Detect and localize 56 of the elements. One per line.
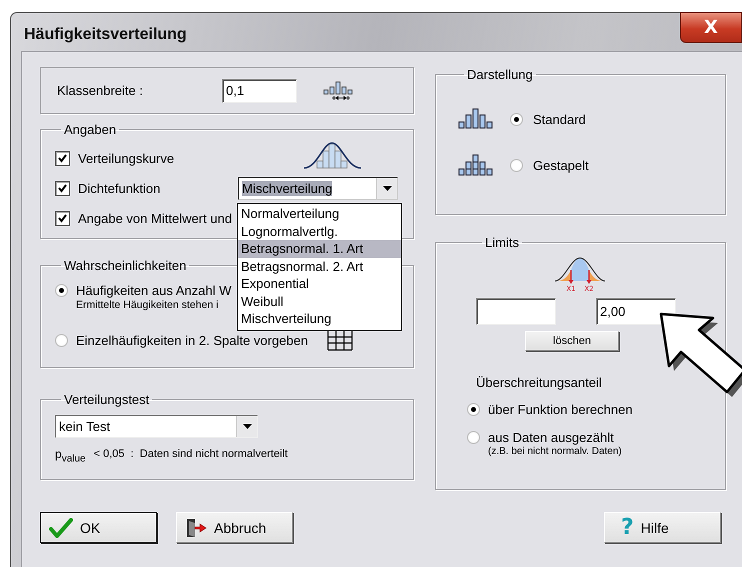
checkbox[interactable] [55, 180, 70, 196]
dropdown-value: kein Test [58, 418, 112, 436]
table-grid-icon [327, 329, 353, 351]
radio-label: über Funktion berechnen [488, 402, 633, 416]
class-width-label: Klassenbreite : [57, 83, 144, 98]
upper-limit-field[interactable]: 2,00 [596, 298, 676, 325]
dropdown-option[interactable]: Lognormalvertlg. [238, 222, 401, 240]
radio-button[interactable] [55, 334, 68, 346]
clear-button[interactable]: löschen [525, 331, 619, 351]
checkbox-label: Dichtefunktion [78, 180, 160, 196]
caret-icon [242, 424, 252, 429]
group-title: Darstellung [466, 67, 534, 82]
radio-label: Einzelhäufigkeiten in 2. Spalte vorgeben [76, 332, 308, 348]
dropdown-option[interactable]: Mischverteilung [238, 310, 401, 328]
exit-door-icon [185, 518, 207, 538]
radio-label: Gestapelt [533, 158, 589, 172]
dropdown-option[interactable]: Exponential [238, 275, 401, 292]
radio-button[interactable] [467, 402, 480, 416]
radio-label: Standard [533, 112, 586, 126]
class-width-field[interactable]: 0,1 [222, 78, 297, 102]
checkbox[interactable] [55, 210, 70, 226]
p-value-hint: < 0,05 : Daten sind nicht normalverteilt [94, 448, 288, 460]
caret-icon [382, 186, 392, 191]
hint-text: Ermittelte Häugikeiten stehen i [76, 299, 218, 311]
p-value-label: p$_{value}$ [55, 447, 86, 464]
checkbox-label: Verteilungskurve [78, 150, 174, 166]
bell-curve-icon [303, 141, 363, 169]
group-title: Verteilungstest [63, 392, 150, 407]
dropdown-option[interactable]: Betragsnormal. 2. Art [238, 258, 401, 275]
test-dropdown[interactable]: kein Test [55, 415, 258, 438]
window-title: Häufigkeitsverteilung [24, 26, 187, 44]
radio-button[interactable] [510, 112, 523, 126]
dropdown-option[interactable]: Betragsnormal. 1. Art [238, 240, 401, 258]
group-title: Wahrscheinlichkeiten [63, 258, 188, 273]
dropdown-option[interactable]: Weibull [238, 292, 401, 310]
dropdown-option[interactable]: Normalverteilung [238, 205, 401, 222]
checkmark-icon [49, 518, 73, 538]
group-title: Limits [484, 235, 520, 250]
ok-button[interactable]: OK [40, 512, 157, 543]
help-icon: ? [621, 515, 634, 540]
help-button[interactable]: ? Hilfe [604, 512, 721, 543]
hint-text: (z.B. bei nicht normalv. Daten) [488, 446, 622, 457]
checkbox-label: Angabe von Mittelwert und [78, 210, 232, 226]
dropdown-value: Mischverteilung [242, 181, 332, 196]
radio-button[interactable] [510, 158, 523, 172]
lower-limit-field[interactable] [476, 298, 556, 325]
radio-button[interactable] [55, 284, 68, 296]
radio-button[interactable] [467, 430, 480, 444]
radio-label: aus Daten ausgezählt [488, 430, 614, 444]
checkbox[interactable] [55, 150, 70, 166]
radio-label: Häufigkeiten aus Anzahl W [76, 282, 232, 298]
section-label: Überschreitungsanteil [476, 375, 603, 390]
close-button[interactable]: X [680, 12, 742, 43]
group-title: Angaben [63, 122, 118, 137]
cancel-button[interactable]: Abbruch [176, 512, 293, 543]
pointer-arrow-icon [657, 312, 742, 398]
